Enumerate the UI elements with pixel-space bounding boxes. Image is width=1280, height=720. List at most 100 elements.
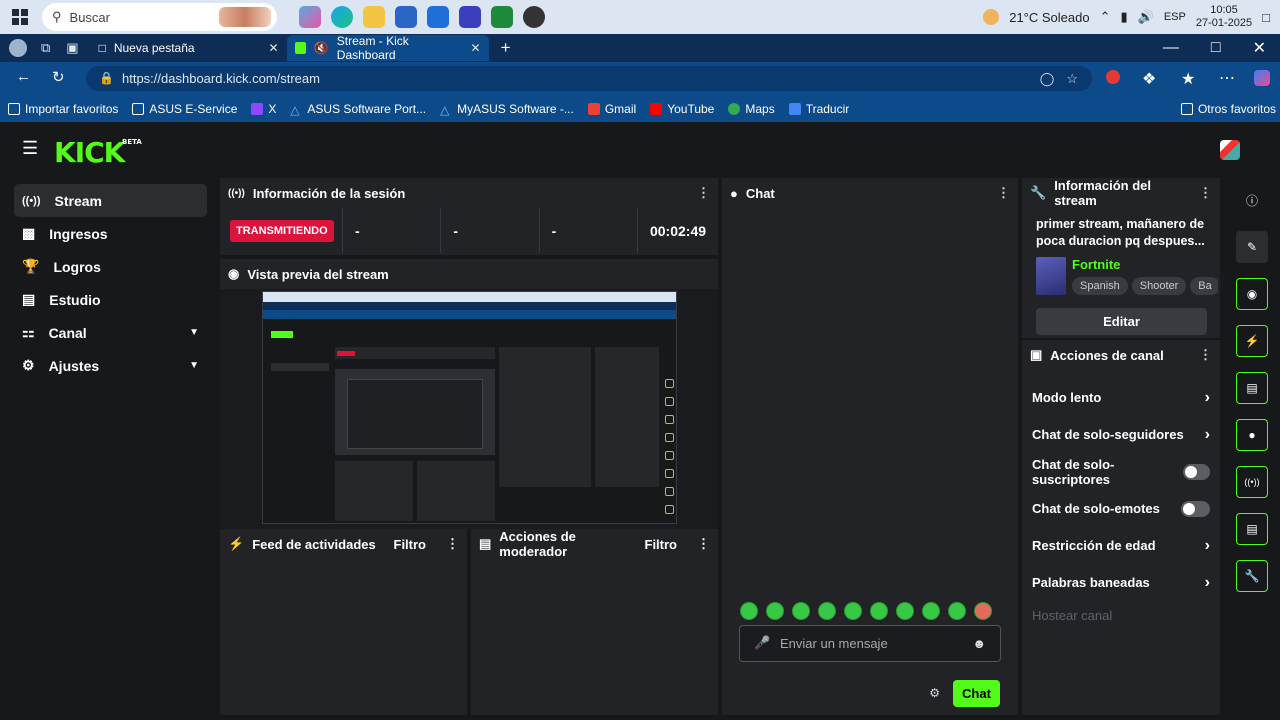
host-channel-button[interactable]: Hostear canal xyxy=(1022,601,1220,629)
more-options-icon[interactable]: ⋮ xyxy=(446,536,459,552)
sidebar-item-ingresos[interactable]: ▩ Ingresos xyxy=(14,217,207,250)
send-chat-button[interactable]: Chat xyxy=(953,680,1000,707)
fav-youtube[interactable]: YouTube xyxy=(650,102,714,116)
start-button[interactable] xyxy=(0,0,40,34)
chat-message-input[interactable]: 🎤 Enviar un mensaje ☻ xyxy=(739,625,1001,662)
profile-avatar[interactable] xyxy=(9,39,27,57)
muted-speaker-icon[interactable]: 🔇 xyxy=(314,41,329,55)
sidebar-item-ajustes[interactable]: ⚙ Ajustes ▼ xyxy=(14,349,207,382)
favorite-star-icon[interactable]: ☆ xyxy=(1066,71,1078,87)
tab-new-tab[interactable]: □ Nueva pestaña ✕ xyxy=(91,35,287,61)
workspaces-icon[interactable]: ⧉ xyxy=(41,40,50,56)
emotes-only-toggle[interactable] xyxy=(1181,500,1210,517)
sidebar-item-estudio[interactable]: ▤ Estudio xyxy=(14,283,207,316)
mail-app-icon[interactable] xyxy=(427,6,449,28)
user-avatar[interactable] xyxy=(1220,140,1240,160)
volume-icon[interactable]: 🔊 xyxy=(1138,9,1154,25)
refresh-button[interactable]: ↻ xyxy=(52,68,65,86)
fav-maps[interactable]: Maps xyxy=(728,102,775,116)
minimize-button[interactable]: — xyxy=(1163,39,1179,57)
close-window-button[interactable]: ✕ xyxy=(1253,38,1266,58)
back-button[interactable]: ← xyxy=(16,68,31,85)
emote-button[interactable] xyxy=(922,602,940,620)
fav-import[interactable]: Importar favoritos xyxy=(8,102,118,116)
sidebar-item-stream[interactable]: ((•)) Stream xyxy=(14,184,207,217)
edit-stream-button[interactable]: Editar xyxy=(1036,308,1207,335)
fav-asus-eservice[interactable]: ASUS E-Service xyxy=(132,102,237,116)
action-slow-mode[interactable]: Modo lento › xyxy=(1022,379,1220,416)
fav-asus-software[interactable]: △ ASUS Software Port... xyxy=(290,102,426,117)
close-tab-icon[interactable]: ✕ xyxy=(471,41,481,55)
menu-icon[interactable]: ☰ xyxy=(22,138,38,159)
emote-button[interactable] xyxy=(792,602,810,620)
fav-other[interactable]: Otros favoritos xyxy=(1180,102,1276,116)
preview-icon[interactable]: ◉ xyxy=(1236,278,1268,310)
sidebar-item-canal[interactable]: ⚏ Canal ▼ xyxy=(14,316,207,349)
extensions-puzzle-icon[interactable]: ❖ xyxy=(1142,69,1156,89)
fav-translate[interactable]: Traducir xyxy=(788,102,849,116)
emote-button[interactable] xyxy=(896,602,914,620)
more-options-icon[interactable]: ⋮ xyxy=(1199,185,1212,201)
fav-x[interactable]: X xyxy=(251,102,276,116)
fav-myasus[interactable]: △ MyASUS Software -... xyxy=(440,102,574,117)
lightning-icon[interactable]: ⚡ xyxy=(1236,325,1268,357)
battery-icon[interactable]: ▮ xyxy=(1121,9,1128,25)
maximize-button[interactable]: □ xyxy=(1211,39,1221,57)
kick-logo[interactable]: KICK BETA xyxy=(54,136,142,169)
filter-button[interactable]: Filtro xyxy=(645,537,678,552)
close-tab-icon[interactable]: ✕ xyxy=(269,41,279,55)
more-options-icon[interactable]: ⋮ xyxy=(697,536,710,552)
taskbar-search[interactable]: ⚲ Buscar xyxy=(42,3,277,31)
recorder-app-icon[interactable] xyxy=(523,6,545,28)
notifications-icon[interactable]: □ xyxy=(1262,10,1270,25)
more-options-icon[interactable]: ⋯ xyxy=(1219,68,1235,88)
copilot-icon[interactable] xyxy=(1254,70,1270,86)
microphone-icon[interactable]: 🎤 xyxy=(754,635,770,651)
emote-button[interactable] xyxy=(766,602,784,620)
broadcast-icon[interactable]: ((•)) xyxy=(1236,466,1268,498)
chevron-up-icon[interactable]: ⌃ xyxy=(1100,9,1111,25)
language-indicator[interactable]: ESP xyxy=(1164,11,1186,23)
emoji-icon[interactable]: ☻ xyxy=(972,636,986,651)
chat-settings-icon[interactable]: ⚙ xyxy=(929,686,940,700)
action-banned-words[interactable]: Palabras baneadas › xyxy=(1022,564,1220,601)
more-options-icon[interactable]: ⋮ xyxy=(1199,347,1212,363)
more-options-icon[interactable]: ⋮ xyxy=(997,185,1010,201)
tab-actions-icon[interactable]: ▣ xyxy=(66,40,78,56)
filter-button[interactable]: Filtro xyxy=(394,537,427,552)
emote-button[interactable] xyxy=(870,602,888,620)
copilot-app-icon[interactable] xyxy=(299,6,321,28)
extension-icon[interactable] xyxy=(1106,70,1120,84)
sidebar-item-logros[interactable]: 🏆 Logros xyxy=(14,250,207,283)
reader-icon[interactable]: ◯ xyxy=(1040,71,1055,87)
action-age-restriction[interactable]: Restricción de edad › xyxy=(1022,527,1220,564)
emote-button[interactable] xyxy=(844,602,862,620)
action-followers-only[interactable]: Chat de solo-seguidores › xyxy=(1022,416,1220,453)
store-app-icon[interactable] xyxy=(395,6,417,28)
chat-bubble-icon[interactable]: ● xyxy=(1236,419,1268,451)
excel-app-icon[interactable] xyxy=(491,6,513,28)
weather-label[interactable]: 21°C Soleado xyxy=(1009,10,1089,25)
clipboard-icon[interactable]: ▤ xyxy=(1236,372,1268,404)
url-field[interactable]: 🔒 https://dashboard.kick.com/stream ◯ ☆ xyxy=(86,66,1092,91)
layout-icon[interactable]: ▤ xyxy=(1236,513,1268,545)
clock[interactable]: 10:05 27-01-2025 xyxy=(1196,4,1252,30)
tab-kick-dashboard[interactable]: 🔇 Stream - Kick Dashboard ✕ xyxy=(286,34,489,62)
favorites-icon[interactable]: ★ xyxy=(1181,69,1195,89)
file-explorer-icon[interactable] xyxy=(363,6,385,28)
new-tab-button[interactable]: + xyxy=(501,38,511,58)
emote-button[interactable] xyxy=(974,602,992,620)
info-icon[interactable]: ⓘ xyxy=(1236,184,1268,216)
visual-studio-icon[interactable] xyxy=(459,6,481,28)
category-link[interactable]: Fortnite xyxy=(1072,257,1218,272)
wrench-icon[interactable]: 🔧 xyxy=(1236,560,1268,592)
weather-icon[interactable] xyxy=(983,9,1000,25)
emote-button[interactable] xyxy=(818,602,836,620)
subscribers-only-toggle[interactable] xyxy=(1182,463,1210,480)
edit-icon[interactable]: ✎ xyxy=(1236,231,1268,263)
edge-app-icon[interactable] xyxy=(331,6,353,28)
more-options-icon[interactable]: ⋮ xyxy=(697,185,710,201)
stream-preview-video[interactable] xyxy=(262,291,677,524)
emote-button[interactable] xyxy=(740,602,758,620)
emote-button[interactable] xyxy=(948,602,966,620)
